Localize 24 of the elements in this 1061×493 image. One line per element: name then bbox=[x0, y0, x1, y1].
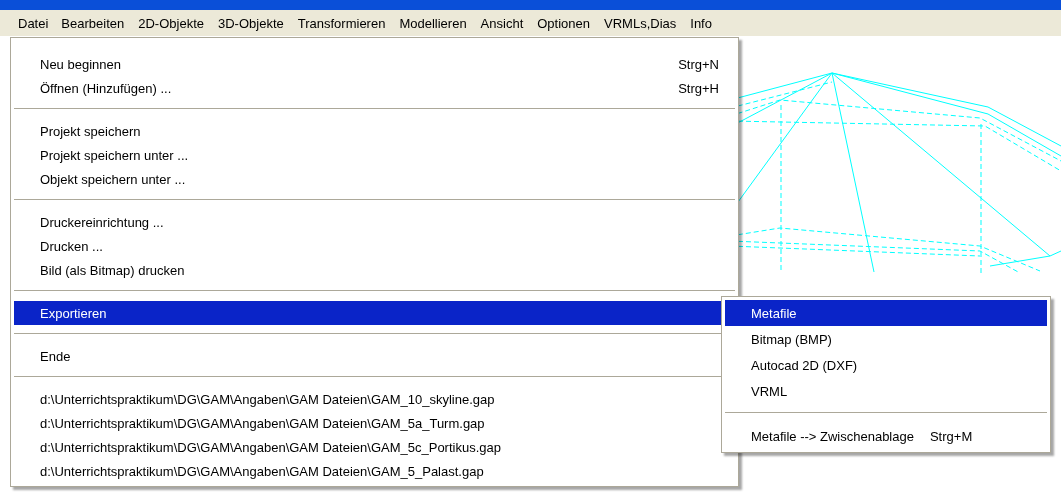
menu-item[interactable]: Drucken ... bbox=[14, 234, 735, 258]
menu-item[interactable]: Neu beginnen Strg+N bbox=[14, 52, 735, 76]
menu-bar-item[interactable]: Datei bbox=[12, 12, 55, 34]
menu-item[interactable]: Autocad 2D (DXF) bbox=[725, 352, 1047, 378]
menu-bar-item[interactable]: Modellieren bbox=[392, 11, 474, 35]
menu-bar-item[interactable]: Transformieren bbox=[290, 11, 393, 35]
menu-bar-item[interactable]: VRMLs,Dias bbox=[597, 11, 684, 35]
menu-bar-item[interactable]: Bearbeiten bbox=[54, 11, 132, 35]
menu-bar-item[interactable]: 3D-Objekte bbox=[211, 11, 291, 35]
menu-item[interactable]: Druckereinrichtung ... bbox=[14, 210, 735, 234]
menu-bar-item[interactable]: Optionen bbox=[530, 11, 597, 35]
menu-item[interactable]: Objekt speichern unter ... bbox=[14, 167, 735, 191]
menu-item[interactable]: VRML bbox=[725, 378, 1047, 404]
menu-bar-item[interactable]: Info bbox=[683, 11, 719, 35]
menu-item[interactable]: Projekt speichern bbox=[14, 119, 735, 143]
menu-item[interactable]: Bitmap (BMP) bbox=[725, 326, 1047, 352]
menu-bar-item[interactable]: 2D-Objekte bbox=[131, 11, 211, 35]
menu-item[interactable]: d:\Unterrichtspraktikum\DG\GAM\Angaben\GAM Dateien\GAM_5_Palast.gap bbox=[14, 459, 735, 483]
menu-item[interactable]: Öffnen (Hinzufügen) ... Strg+H bbox=[14, 76, 735, 100]
menu-item[interactable]: Metafile --> Zwischenablage Strg+M bbox=[725, 423, 1047, 449]
menu-item[interactable]: Bild (als Bitmap) drucken bbox=[14, 258, 735, 282]
menu-bar-item[interactable]: Ansicht bbox=[473, 11, 531, 35]
menu-item[interactable]: Metafile bbox=[725, 300, 1047, 326]
menu-item[interactable]: Projekt speichern unter ... bbox=[14, 143, 735, 167]
